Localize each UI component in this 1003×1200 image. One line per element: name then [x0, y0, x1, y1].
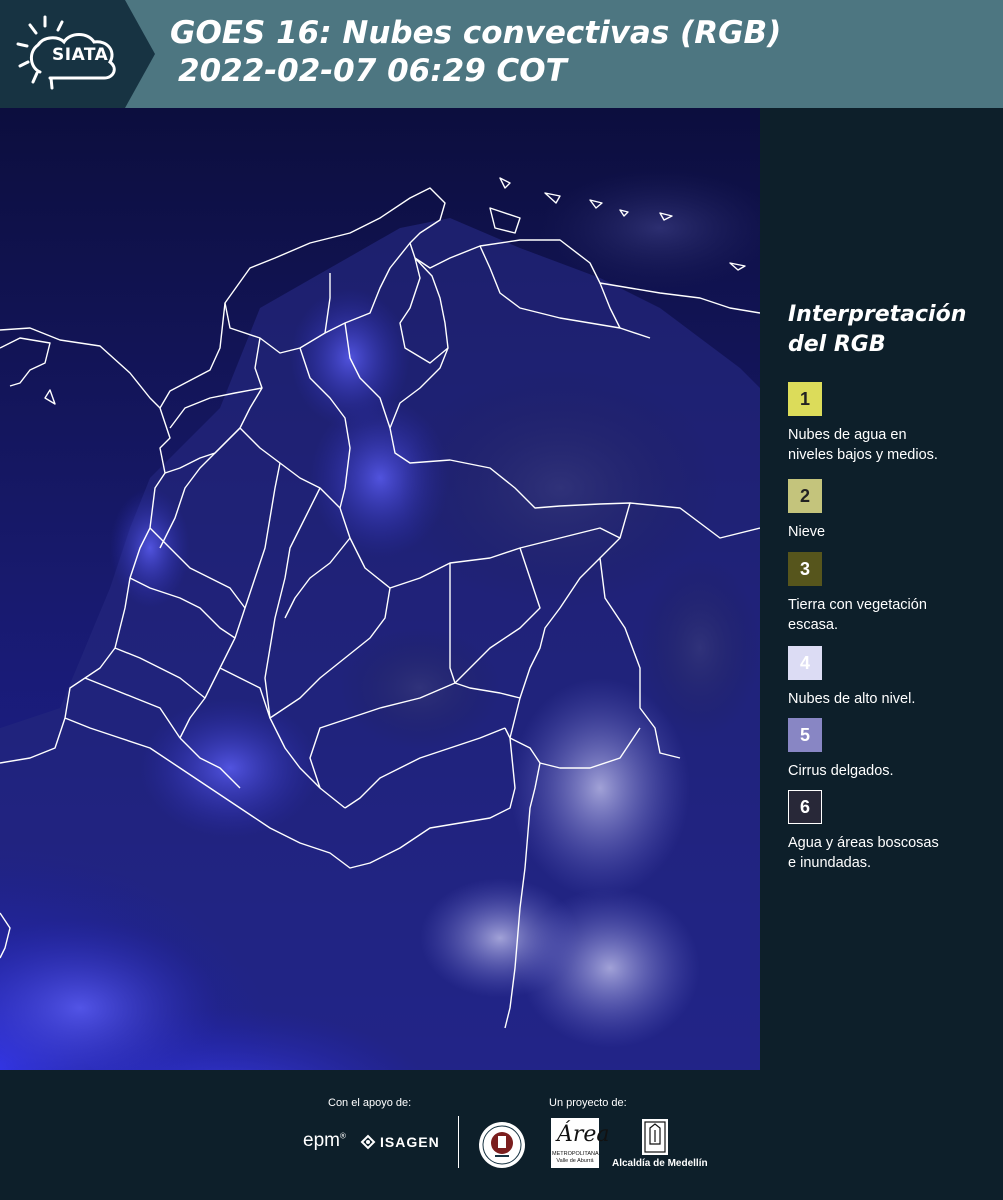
- alcaldia-label: Alcaldía de Medellín: [612, 1158, 708, 1169]
- legend-label-line: Nubes de agua en: [788, 427, 907, 443]
- epm-logo-text: epm: [303, 1130, 340, 1151]
- area-logo-subtext: METROPOLITANA Valle de Aburrá: [552, 1151, 599, 1164]
- title-line-2: 2022-02-07 06:29 COT: [178, 53, 567, 89]
- legend-label: Tierra con vegetación escasa.: [788, 595, 998, 635]
- alcaldia-shield-icon[interactable]: [641, 1118, 669, 1156]
- legend-label: Nubes de agua en niveles bajos y medios.: [788, 425, 998, 465]
- project-label: Un proyecto de:: [549, 1097, 627, 1109]
- page-title: GOES 16: Nubes convectivas (RGB) 2022-02…: [170, 14, 781, 90]
- legend-label-line: Nubes de alto nivel.: [788, 691, 916, 707]
- header-bar: SIATA GOES 16: Nubes convectivas (RGB) 2…: [0, 0, 1003, 108]
- logo-text: SIATA: [52, 45, 109, 65]
- legend-panel: Interpretación del RGB 1 Nubes de agua e…: [760, 108, 1003, 1070]
- legend-label-line: escasa.: [788, 617, 838, 633]
- satellite-map[interactable]: [0, 108, 760, 1070]
- legend-label-line: Agua y áreas boscosas: [788, 835, 939, 851]
- area-metropolitana-logo[interactable]: Área METROPOLITANA Valle de Aburrá: [551, 1118, 610, 1168]
- legend-item-4: 4 Nubes de alto nivel.: [788, 646, 998, 709]
- legend-swatch: 3: [788, 552, 822, 586]
- medellin-seal-icon[interactable]: [477, 1120, 527, 1170]
- legend-item-6: 6 Agua y áreas boscosas e inundadas.: [788, 790, 998, 873]
- epm-logo[interactable]: epm®: [303, 1130, 346, 1152]
- support-label: Con el apoyo de:: [328, 1097, 412, 1109]
- siata-logo[interactable]: SIATA: [0, 0, 155, 108]
- footer: Con el apoyo de: Un proyecto de: epm® IS…: [0, 1070, 1003, 1200]
- registered-mark: ®: [339, 1131, 346, 1141]
- legend-title: Interpretación del RGB: [788, 300, 966, 360]
- legend-title-line-1: Interpretación: [788, 302, 967, 327]
- isagen-icon: [360, 1134, 376, 1150]
- legend-label: Nieve: [788, 522, 998, 542]
- legend-label: Agua y áreas boscosas e inundadas.: [788, 833, 998, 873]
- legend-label-line: Nieve: [788, 524, 826, 540]
- isagen-logo[interactable]: ISAGEN: [380, 1134, 440, 1150]
- legend-label: Cirrus delgados.: [788, 761, 998, 781]
- legend-item-1: 1 Nubes de agua en niveles bajos y medio…: [788, 382, 998, 465]
- footer-divider: [458, 1116, 459, 1168]
- legend-swatch: 2: [788, 479, 822, 513]
- legend-swatch: 4: [788, 646, 822, 680]
- legend-label-line: niveles bajos y medios.: [788, 447, 938, 463]
- legend-title-line-2: del RGB: [788, 332, 886, 357]
- legend-swatch: 5: [788, 718, 822, 752]
- satellite-image: [0, 108, 760, 1070]
- legend-item-2: 2 Nieve: [788, 479, 998, 542]
- title-line-1: GOES 16: Nubes convectivas (RGB): [170, 15, 782, 51]
- legend-label-line: Cirrus delgados.: [788, 763, 894, 779]
- legend-swatch: 6: [788, 790, 822, 824]
- legend-label-line: Tierra con vegetación: [788, 597, 927, 613]
- legend-item-5: 5 Cirrus delgados.: [788, 718, 998, 781]
- legend-swatch: 1: [788, 382, 822, 416]
- area-logo-text: Área: [557, 1122, 610, 1147]
- legend-item-3: 3 Tierra con vegetación escasa.: [788, 552, 998, 635]
- legend-label-line: e inundadas.: [788, 855, 872, 871]
- legend-label: Nubes de alto nivel.: [788, 689, 998, 709]
